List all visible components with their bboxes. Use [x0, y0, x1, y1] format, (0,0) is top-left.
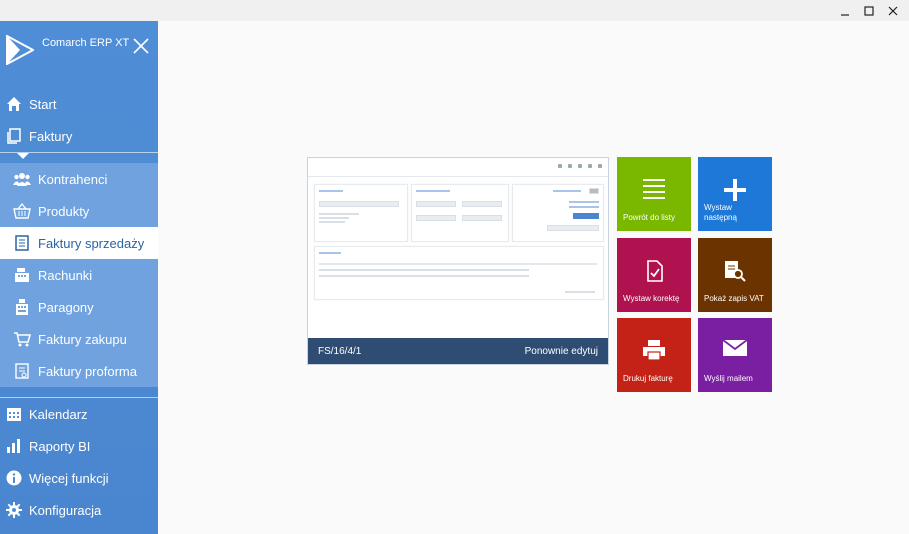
app-name: Comarch ERP XT — [42, 37, 130, 49]
sidebar-item-raporty-bi[interactable]: Raporty BI — [0, 430, 158, 462]
invoice-preview[interactable]: FS/16/4/1 Ponownie edytuj — [307, 157, 609, 365]
sidebar-item-label: Faktury proforma — [38, 363, 137, 379]
sidebar-item-faktury-zakupu[interactable]: Faktury zakupu — [0, 323, 158, 355]
preview-toolbar — [308, 158, 608, 177]
cart-icon — [13, 330, 31, 348]
home-icon — [5, 95, 23, 113]
issue-next-tile[interactable]: Wystaw następną — [698, 157, 772, 231]
tile-label: Wystaw następną — [704, 203, 737, 222]
preview-footer: FS/16/4/1 Ponownie edytuj — [308, 338, 608, 364]
sidebar-item-label: Produkty — [38, 203, 90, 219]
sidebar-item-label: Paragony — [38, 299, 94, 315]
close-menu-icon[interactable] — [132, 37, 150, 55]
sidebar-item-rachunki[interactable]: Rachunki — [0, 259, 158, 291]
preview-card — [314, 184, 408, 242]
bar-chart-icon — [5, 437, 23, 455]
issue-correction-tile[interactable]: Wystaw korektę — [617, 238, 691, 312]
maximize-icon[interactable] — [857, 2, 881, 19]
printer-icon — [643, 340, 665, 360]
minimize-icon[interactable] — [833, 2, 857, 19]
sidebar-item-label: Rachunki — [38, 267, 93, 283]
title-bar — [0, 0, 909, 21]
sidebar-item-faktury[interactable]: Faktury — [0, 120, 158, 152]
preview-items-table — [314, 246, 604, 300]
tile-label: Drukuj fakturę — [623, 374, 673, 383]
sidebar-item-label: Faktury — [29, 128, 73, 144]
sidebar-item-paragony[interactable]: Paragony — [0, 291, 158, 323]
edit-again-link[interactable]: Ponownie edytuj — [525, 346, 598, 357]
sidebar-item-produkty[interactable]: Produkty — [0, 195, 158, 227]
vat-search-icon — [725, 261, 746, 282]
send-by-email-tile[interactable]: Wyślij mailem — [698, 318, 772, 392]
sidebar-item-start[interactable]: Start — [0, 88, 158, 120]
comarch-logo-icon — [6, 35, 34, 65]
proforma-icon — [13, 362, 31, 380]
tile-label: Wystaw korektę — [623, 294, 680, 303]
document-number: FS/16/4/1 — [318, 346, 362, 357]
sidebar-item-label: Kontrahenci — [38, 171, 108, 187]
show-vat-record-tile[interactable]: Pokaż zapis VAT — [698, 238, 772, 312]
receipt-printer-icon — [13, 298, 31, 316]
sidebar-item-konfiguracja[interactable]: Konfiguracja — [0, 494, 158, 526]
info-icon — [5, 469, 23, 487]
sidebar-item-label: Kalendarz — [29, 406, 88, 422]
cash-register-icon — [13, 266, 31, 284]
gear-icon — [5, 501, 23, 519]
calendar-icon — [5, 405, 23, 423]
sidebar-item-label: Faktury zakupu — [38, 331, 127, 347]
preview-card — [411, 184, 509, 242]
close-window-icon[interactable] — [881, 2, 905, 19]
sidebar-item-label: Więcej funkcji — [29, 470, 109, 486]
sidebar-item-label: Start — [29, 96, 57, 112]
sidebar-item-label: Faktury sprzedaży — [38, 235, 145, 251]
tile-label: Powrót do listy — [623, 213, 676, 222]
caret-down-icon — [17, 153, 29, 159]
sidebar-item-faktury-proforma[interactable]: Faktury proforma — [0, 355, 158, 387]
correction-icon — [647, 260, 663, 282]
preview-card — [512, 184, 604, 242]
sidebar-item-faktury-sprzedazy[interactable]: Faktury sprzedaży — [0, 227, 158, 259]
sidebar-item-label: Konfiguracja — [29, 502, 102, 518]
sidebar-item-label: Raporty BI — [29, 438, 91, 454]
brand: Comarch ERP XT — [0, 21, 158, 91]
sidebar-item-kalendarz[interactable]: Kalendarz — [0, 398, 158, 430]
window-controls — [833, 2, 905, 19]
mail-icon — [723, 340, 747, 356]
back-to-list-tile[interactable]: Powrót do listy — [617, 157, 691, 231]
sidebar: Comarch ERP XT Start Faktury Kontrahenci… — [0, 21, 158, 534]
sidebar-item-wiecej-funkcji[interactable]: Więcej funkcji — [0, 462, 158, 494]
plus-icon — [724, 179, 746, 201]
documents-icon — [5, 127, 23, 145]
tile-label: Wyślij mailem — [704, 374, 753, 383]
tile-label: Pokaż zapis VAT — [704, 294, 764, 303]
basket-icon — [13, 202, 31, 220]
document-icon — [13, 234, 31, 252]
sidebar-item-kontrahenci[interactable]: Kontrahenci — [0, 163, 158, 195]
users-icon — [13, 170, 31, 188]
print-invoice-tile[interactable]: Drukuj fakturę — [617, 318, 691, 392]
list-icon — [643, 179, 665, 199]
